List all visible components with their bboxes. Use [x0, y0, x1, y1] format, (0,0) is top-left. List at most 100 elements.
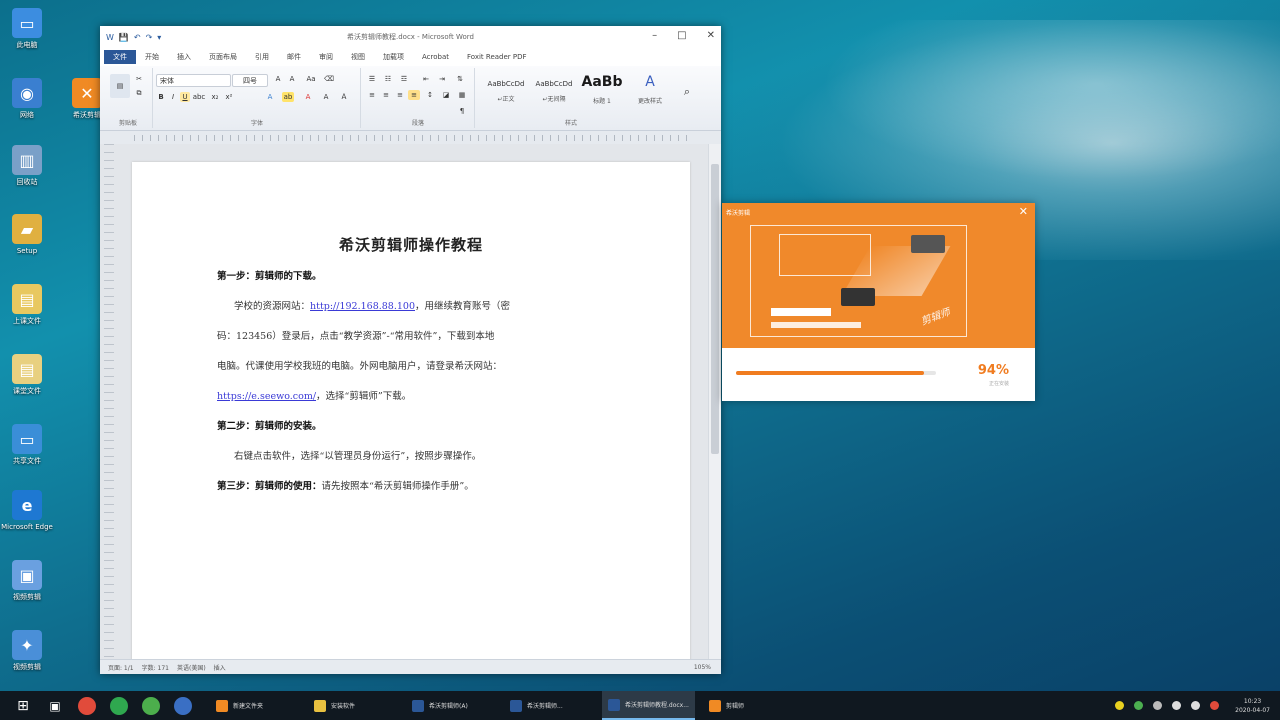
- tab-1[interactable]: 开始: [136, 52, 168, 62]
- pinned-app-icon[interactable]: [78, 696, 96, 715]
- tray-app-icon[interactable]: [1115, 701, 1125, 710]
- align-left-icon[interactable]: ≡: [366, 90, 378, 100]
- doc-paragraph[interactable]: 电脑。代课使用学校我班的电脑。外网电脑用户，请登录希沃网站：: [217, 358, 502, 372]
- strikethrough-icon[interactable]: abc: [193, 92, 206, 102]
- minimize-icon[interactable]: –: [652, 30, 657, 41]
- desktop-icon[interactable]: ▰ Setup: [0, 214, 54, 256]
- desktop-icon[interactable]: ◉ 网络: [0, 78, 54, 120]
- superscript-icon[interactable]: x²: [224, 92, 234, 102]
- doc-paragraph[interactable]: https://e.seewo.com/，选择“剪辑师”下载。: [217, 388, 411, 402]
- tab-8[interactable]: 加载项: [374, 52, 413, 62]
- subscript-icon[interactable]: x₂: [210, 92, 220, 102]
- taskbar-item[interactable]: 安装软件: [308, 691, 398, 720]
- style-item[interactable]: AaBb 标题 1: [578, 72, 626, 112]
- desktop-icon[interactable]: ▣ 视频剪辑: [0, 560, 54, 602]
- doc-paragraph[interactable]: 第三步：剪辑师的使用：请先按照本“希沃剪辑师操作手册”。: [217, 478, 474, 492]
- line-spacing-icon[interactable]: ↕: [424, 90, 436, 100]
- shading-icon[interactable]: ◪: [440, 90, 452, 100]
- font-name-select[interactable]: 宋体: [156, 74, 231, 87]
- desktop-icon[interactable]: ▤ 上课文件: [0, 284, 54, 326]
- shrink-font-icon[interactable]: A: [286, 74, 298, 84]
- taskbar-item[interactable]: 新建文件夹: [210, 691, 300, 720]
- justify-icon[interactable]: ≡: [408, 90, 420, 100]
- desktop-icon[interactable]: e Microsoft Edge: [0, 490, 54, 532]
- increase-indent-icon[interactable]: ⇥: [436, 74, 448, 84]
- vertical-scrollbar[interactable]: [708, 144, 721, 660]
- desktop-icon[interactable]: ▥ 回收站: [0, 145, 54, 187]
- highlight-icon[interactable]: ab: [282, 92, 294, 102]
- taskbar-clock[interactable]: 10:23 2020-04-07: [1235, 697, 1270, 715]
- style-item[interactable]: AaBbCcDd ↵正文: [482, 72, 530, 112]
- pinned-app-icon[interactable]: [174, 696, 192, 715]
- borders-icon[interactable]: ▦: [456, 90, 468, 100]
- close-icon[interactable]: ✕: [1019, 205, 1028, 218]
- tab-2[interactable]: 插入: [168, 52, 200, 62]
- desktop-icon[interactable]: ▭ 共享文件: [0, 424, 54, 466]
- doc-paragraph[interactable]: 学校的资源网站：http://192.168.88.100，用继续教育账号（密: [234, 298, 510, 312]
- style-item[interactable]: A 更改样式: [626, 72, 674, 112]
- language-indicator[interactable]: 英语(美国): [177, 663, 206, 672]
- doc-paragraph[interactable]: 第一步：剪辑师的下载。: [217, 268, 322, 282]
- tray-app-icon[interactable]: [1210, 701, 1220, 710]
- editing-button[interactable]: ⌕: [672, 72, 702, 112]
- document-page[interactable]: 希沃剪辑师操作教程 第一步：剪辑师的下载。 学校的资源网站：http://192.…: [132, 162, 690, 674]
- paste-icon[interactable]: ▤: [110, 74, 130, 98]
- font-size-select[interactable]: 四号: [232, 74, 268, 87]
- show-marks-icon[interactable]: ¶: [456, 106, 468, 116]
- tab-3[interactable]: 页面布局: [200, 52, 246, 62]
- style-item[interactable]: AaBbCcDd ↵无间隔: [530, 72, 578, 112]
- char-shading-icon[interactable]: A: [320, 92, 332, 102]
- decrease-indent-icon[interactable]: ⇤: [420, 74, 432, 84]
- copy-icon[interactable]: ⧉: [132, 88, 146, 98]
- taskbar-item[interactable]: 希沃剪辑师...: [504, 691, 594, 720]
- bullets-icon[interactable]: ☰: [366, 74, 378, 84]
- desktop-icon[interactable]: ▭ 此电脑: [0, 8, 54, 50]
- font-color-icon[interactable]: A: [302, 92, 314, 102]
- char-border-icon[interactable]: Ａ: [338, 92, 350, 102]
- multilevel-list-icon[interactable]: ☲: [398, 74, 410, 84]
- doc-paragraph[interactable]: 第二步：剪辑师的安装。: [217, 418, 322, 432]
- change-case-icon[interactable]: Aa: [304, 74, 318, 84]
- tab-0[interactable]: 文件: [104, 50, 136, 64]
- scrollbar-thumb[interactable]: [711, 164, 719, 454]
- word-titlebar[interactable]: W 💾 ↶ ↷ ▾ 希沃剪辑师教程.docx - Microsoft Word – □ …: [100, 26, 721, 48]
- installer-dialog[interactable]: 希沃剪辑 ✕ 剪辑师 94% 正在安装: [722, 203, 1035, 401]
- close-icon[interactable]: ✕: [707, 30, 715, 41]
- numbering-icon[interactable]: ☷: [382, 74, 394, 84]
- word-count[interactable]: 字数: 171: [142, 663, 169, 672]
- maximize-icon[interactable]: □: [677, 30, 686, 41]
- zoom-level[interactable]: 105%: [694, 664, 711, 671]
- tray-app-icon[interactable]: [1153, 701, 1163, 710]
- tab-9[interactable]: Acrobat: [413, 53, 458, 61]
- tab-10[interactable]: Foxit Reader PDF: [458, 53, 536, 61]
- taskbar-item[interactable]: 希沃剪辑师(A): [406, 691, 496, 720]
- sort-icon[interactable]: ⇅: [454, 74, 466, 84]
- doc-link[interactable]: https://e.seewo.com/: [217, 391, 316, 402]
- page-count[interactable]: 页面: 1/1: [108, 663, 134, 672]
- taskbar-item[interactable]: 希沃剪辑师教程.docx...: [602, 691, 695, 720]
- tab-7[interactable]: 视图: [342, 52, 374, 62]
- doc-link[interactable]: http://192.168.88.100: [310, 301, 415, 312]
- grow-font-icon[interactable]: A: [272, 74, 284, 84]
- align-right-icon[interactable]: ≡: [394, 90, 406, 100]
- align-center-icon[interactable]: ≡: [380, 90, 392, 100]
- tab-5[interactable]: 邮件: [278, 52, 310, 62]
- text-effect-icon[interactable]: A: [264, 92, 276, 102]
- pinned-app-icon[interactable]: [110, 696, 128, 715]
- insert-mode[interactable]: 插入: [214, 663, 226, 672]
- document-area[interactable]: 希沃剪辑师操作教程 第一步：剪辑师的下载。 学校的资源网站：http://192.…: [100, 144, 721, 674]
- clear-format-icon[interactable]: ⌫: [322, 74, 336, 84]
- network-icon[interactable]: [1172, 701, 1182, 710]
- word-window[interactable]: W 💾 ↶ ↷ ▾ 希沃剪辑师教程.docx - Microsoft Word – □ …: [100, 26, 721, 674]
- cut-icon[interactable]: ✂: [132, 74, 146, 84]
- doc-paragraph[interactable]: 右键点击软件，选择“以管理员身份运行”，按照步骤操作。: [234, 448, 481, 462]
- bold-icon[interactable]: B: [156, 92, 166, 102]
- underline-icon[interactable]: U: [180, 92, 190, 102]
- italic-icon[interactable]: I: [168, 92, 178, 102]
- taskbar-item[interactable]: 剪辑师: [703, 691, 793, 720]
- doc-paragraph[interactable]: 码：123456）登录后，点击“教学资源”-“常用软件”，下载到本地: [217, 328, 494, 342]
- desktop-icon[interactable]: ✦ 视频剪辑: [0, 630, 54, 672]
- tab-6[interactable]: 审阅: [310, 52, 342, 62]
- pinned-app-icon[interactable]: [142, 696, 160, 715]
- tray-app-icon[interactable]: [1134, 701, 1144, 710]
